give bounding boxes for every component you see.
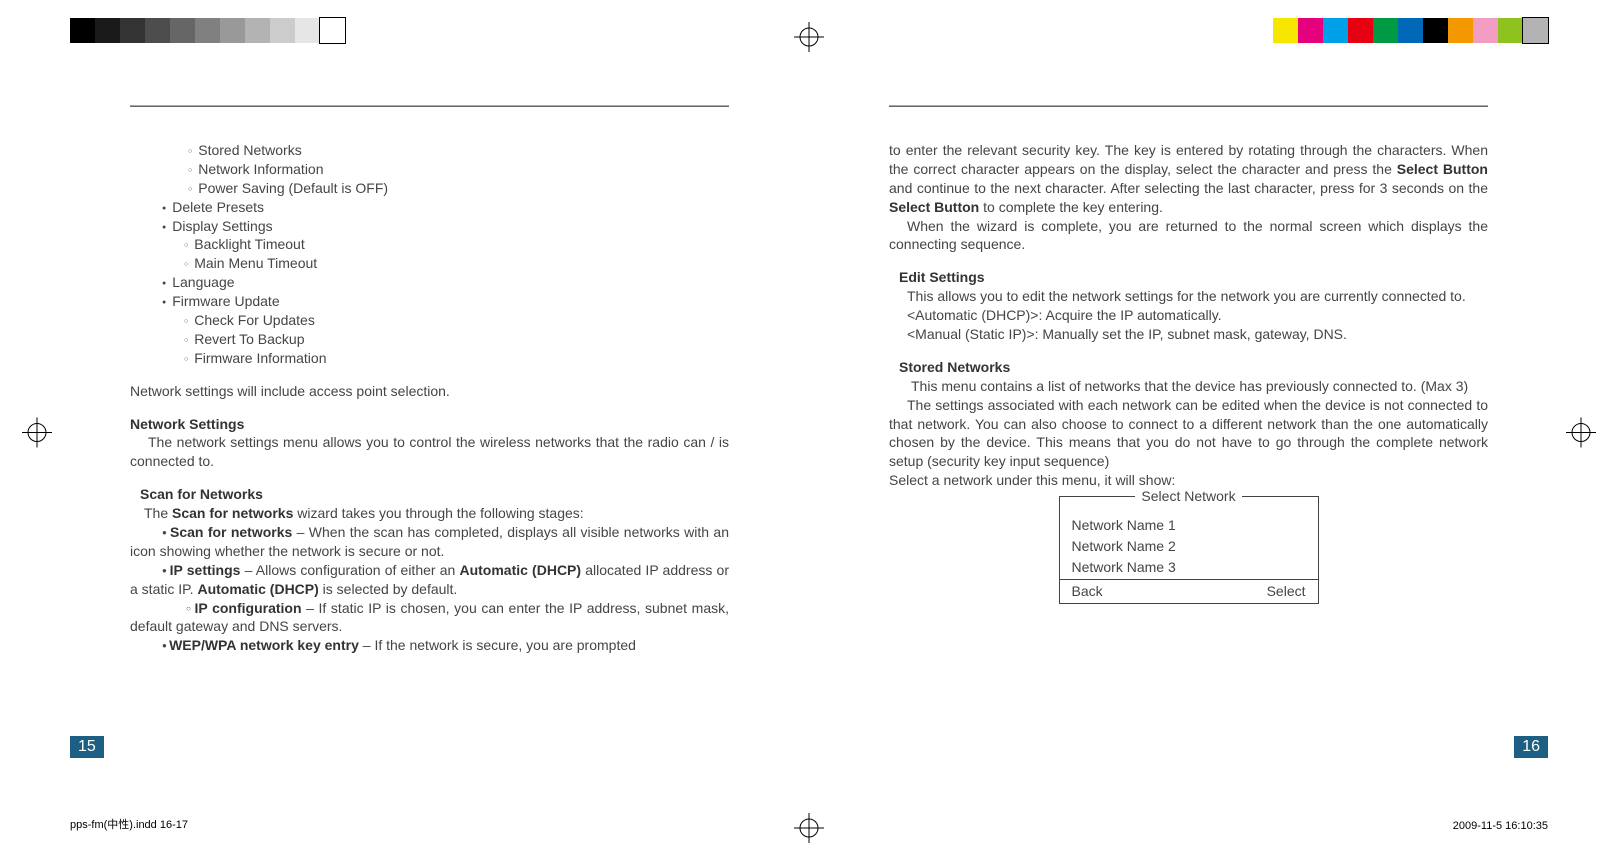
body-text: The settings associated with each networ… [889,396,1488,472]
color-swatch [195,18,220,43]
body-text: This menu contains a list of networks th… [889,377,1488,396]
color-swatch [120,18,145,43]
color-swatch [270,18,295,43]
color-swatches-left [70,18,345,43]
body-text: This allows you to edit the network sett… [889,287,1488,306]
color-swatch [95,18,120,43]
color-swatch [1448,18,1473,43]
header-rule [889,105,1488,107]
color-swatch [320,18,345,43]
body-text: The network settings menu allows you to … [130,433,729,471]
box-title: Select Network [1135,488,1241,504]
list-item: Main Menu Timeout [184,254,729,273]
network-row: Network Name 2 [1060,537,1318,558]
body-text: Network settings will include access poi… [130,382,729,401]
bullet-list: Stored NetworksNetwork InformationPower … [130,141,729,198]
list-item: Check For Updates [184,311,729,330]
body-text: <Automatic (DHCP)>: Acquire the IP autom… [889,306,1488,325]
box-select-label: Select [1267,582,1306,601]
body-text: to enter the relevant security key. The … [889,141,1488,217]
body-text: ● IP settings – Allows configuration of … [130,561,729,599]
network-row: Network Name 3 [1060,558,1318,579]
box-back-label: Back [1072,582,1103,601]
header-rule [130,105,729,107]
list-item: Language [162,273,729,292]
color-swatch [1298,18,1323,43]
body-text: ○ IP configuration – If static IP is cho… [130,599,729,637]
body-text: The Scan for networks wizard takes you t… [130,504,729,523]
list-item: Backlight Timeout [184,235,729,254]
list-item: Network Information [188,160,729,179]
page-16: to enter the relevant security key. The … [829,105,1548,778]
body-text: ● WEP/WPA network key entry – If the net… [130,636,729,655]
body-text: ● Scan for networks – When the scan has … [130,523,729,561]
color-swatch [145,18,170,43]
registration-mark-top [794,22,824,55]
color-swatch [70,18,95,43]
color-swatch [1398,18,1423,43]
list-item: Firmware Update [162,292,729,311]
color-swatch [1373,18,1398,43]
select-network-box: Select Network Network Name 1Network Nam… [1059,496,1319,603]
bullet-list: Delete PresetsDisplay SettingsBacklight … [130,198,729,368]
list-item: Stored Networks [188,141,729,160]
color-swatch [1473,18,1498,43]
color-swatch [1348,18,1373,43]
color-swatch [1498,18,1523,43]
page-number: 15 [70,736,104,758]
list-item: Power Saving (Default is OFF) [188,179,729,198]
footer-filename: pps-fm(中性).indd 16-17 [70,816,188,832]
network-row: Network Name 1 [1060,516,1318,537]
color-swatch [1423,18,1448,43]
registration-mark-left [22,418,52,451]
registration-mark-right [1566,418,1596,451]
heading-network-settings: Network Settings [130,416,244,432]
list-item: Firmware Information [184,349,729,368]
footer-timestamp: 2009-11-5 16:10:35 [1453,820,1548,832]
color-swatch [220,18,245,43]
list-item: Display Settings [162,217,729,236]
color-swatches-right [1273,18,1548,43]
list-item: Revert To Backup [184,330,729,349]
list-item: Delete Presets [162,198,729,217]
color-swatch [295,18,320,43]
page-number: 16 [1514,736,1548,758]
color-swatch [1523,18,1548,43]
color-swatch [1323,18,1348,43]
heading-scan-for-networks: Scan for Networks [140,486,263,502]
body-text: <Manual (Static IP)>: Manually set the I… [889,325,1488,344]
color-swatch [1273,18,1298,43]
heading-edit-settings: Edit Settings [899,269,985,285]
color-swatch [245,18,270,43]
registration-mark-bottom [794,813,824,846]
body-text: When the wizard is complete, you are ret… [889,217,1488,255]
heading-stored-networks: Stored Networks [899,359,1010,375]
page-15: Stored NetworksNetwork InformationPower … [70,105,789,778]
color-swatch [170,18,195,43]
